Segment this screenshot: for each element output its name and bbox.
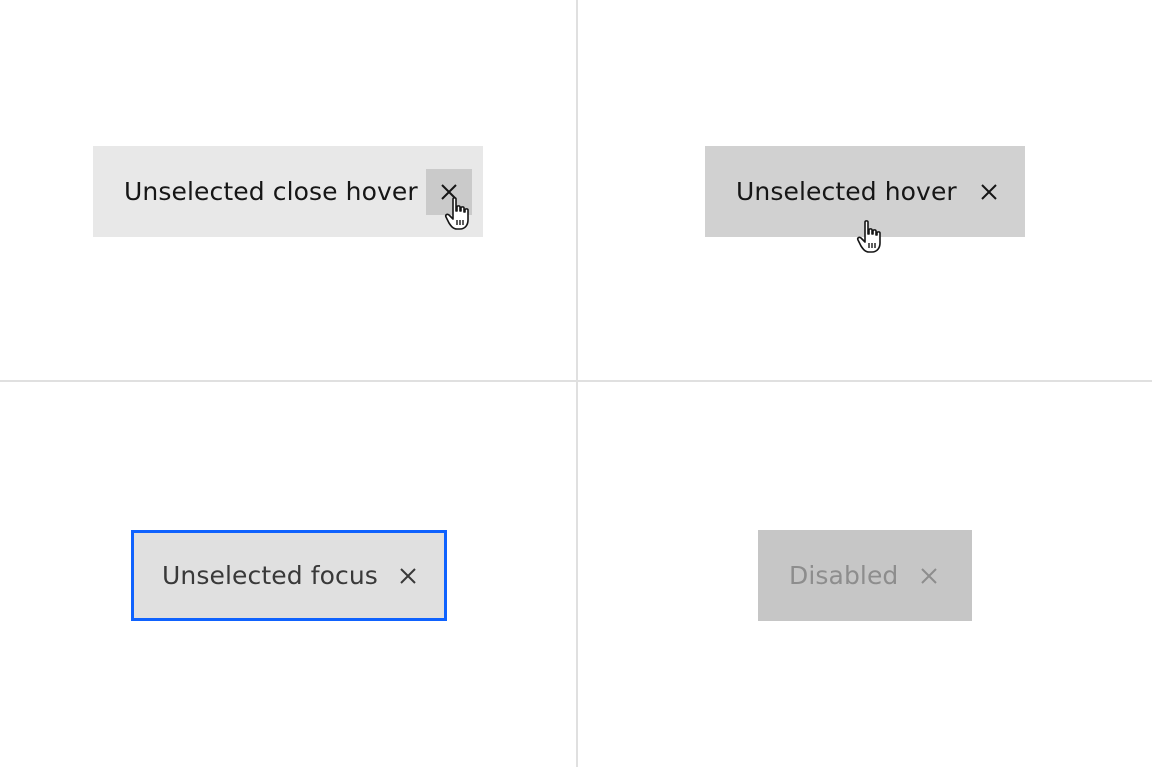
close-icon xyxy=(921,567,938,584)
close-icon xyxy=(400,567,416,584)
close-button[interactable] xyxy=(966,169,1012,215)
close-icon xyxy=(981,183,997,200)
quadrant-divider-vertical xyxy=(576,0,578,767)
hand-pointer-icon xyxy=(856,220,881,253)
close-button[interactable] xyxy=(385,553,431,599)
tag-label: Unselected close hover xyxy=(124,177,418,206)
quadrant-divider-horizontal xyxy=(0,380,1152,382)
tag-unselected-focus[interactable]: Unselected focus xyxy=(131,530,447,621)
tag-label: Disabled xyxy=(789,561,899,590)
tag-unselected-close-hover[interactable]: Unselected close hover xyxy=(93,146,483,237)
tag-label: Unselected focus xyxy=(162,561,378,590)
tag-label: Unselected hover xyxy=(736,177,957,206)
tag-disabled: Disabled xyxy=(758,530,972,621)
hand-pointer-icon xyxy=(444,197,469,230)
close-button xyxy=(906,553,952,599)
